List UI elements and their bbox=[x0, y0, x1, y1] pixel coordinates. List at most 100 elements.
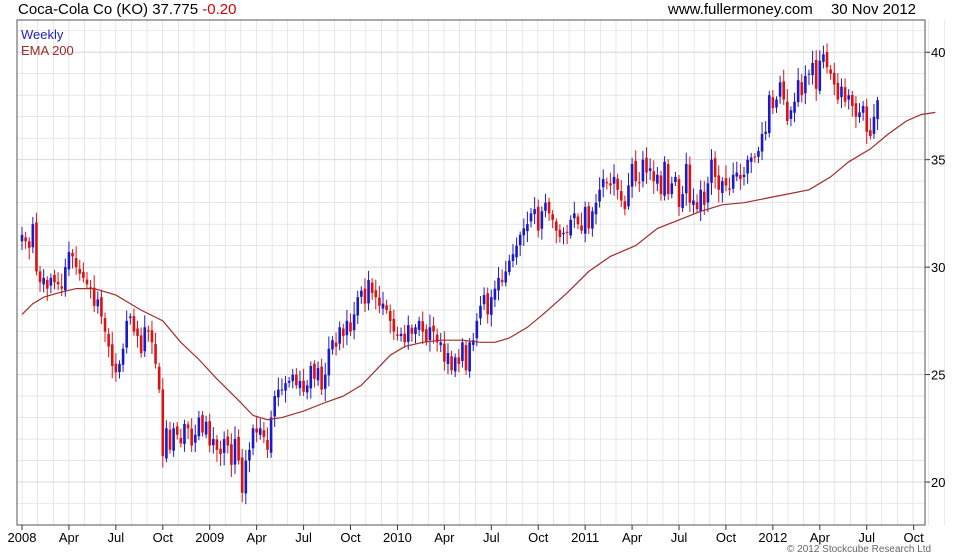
candle-body bbox=[388, 311, 392, 321]
candle-body bbox=[356, 297, 360, 316]
candle-body bbox=[554, 221, 558, 231]
candle-body bbox=[363, 288, 367, 304]
candle-body bbox=[872, 116, 876, 134]
candle-body bbox=[56, 281, 60, 285]
candle-body bbox=[302, 380, 305, 392]
candle-body bbox=[222, 439, 226, 453]
candle-body bbox=[150, 330, 154, 343]
candle-body bbox=[349, 322, 352, 332]
candle-body bbox=[627, 185, 630, 207]
candle-body bbox=[605, 182, 609, 184]
candle-body bbox=[168, 429, 172, 450]
candle-body bbox=[154, 344, 157, 364]
candle-body bbox=[728, 188, 731, 190]
candle-body bbox=[446, 353, 450, 364]
candle-body bbox=[793, 101, 796, 113]
candle-body bbox=[634, 160, 637, 182]
candle-body bbox=[35, 222, 38, 272]
candle-body bbox=[771, 97, 775, 109]
candle-body bbox=[742, 174, 746, 178]
candle-body bbox=[807, 73, 811, 75]
candle-body bbox=[526, 224, 529, 232]
candle-body bbox=[190, 428, 193, 446]
candle-body bbox=[533, 209, 536, 215]
candle-body bbox=[360, 290, 363, 297]
candle-body bbox=[515, 245, 518, 258]
candle-body bbox=[840, 86, 843, 98]
candle-body bbox=[731, 174, 735, 189]
candle-body bbox=[197, 417, 201, 437]
candle-body bbox=[183, 424, 186, 444]
candle-body bbox=[702, 191, 706, 205]
x-tick-label: Jul bbox=[295, 530, 312, 545]
candle-body bbox=[136, 328, 139, 336]
candle-body bbox=[811, 62, 814, 76]
candle-body bbox=[656, 174, 659, 184]
candle-body bbox=[865, 106, 869, 132]
candle-body bbox=[323, 374, 327, 389]
candle-body bbox=[457, 357, 461, 364]
candle-body bbox=[338, 327, 341, 344]
x-tick-label: 2010 bbox=[383, 530, 412, 545]
candle-body bbox=[782, 81, 786, 100]
candle-body bbox=[453, 357, 457, 372]
candle-body bbox=[305, 385, 309, 393]
candle-body bbox=[540, 211, 544, 229]
candle-body bbox=[573, 213, 576, 219]
candle-body bbox=[529, 213, 533, 222]
candle-body bbox=[327, 348, 331, 376]
y-tick-label: 25 bbox=[931, 368, 945, 383]
candle-body bbox=[237, 436, 240, 461]
candle-body bbox=[378, 297, 381, 306]
candle-body bbox=[713, 158, 717, 177]
x-tick-label: Oct bbox=[904, 530, 925, 545]
candle-body bbox=[461, 342, 464, 361]
candle-body bbox=[417, 320, 421, 330]
candle-body bbox=[764, 131, 767, 134]
candle-body bbox=[858, 112, 861, 118]
candle-body bbox=[179, 437, 183, 444]
candle-body bbox=[836, 82, 840, 100]
candle-body bbox=[681, 194, 684, 209]
candle-body bbox=[692, 200, 695, 205]
candle-body bbox=[67, 252, 71, 270]
candle-body bbox=[767, 95, 771, 134]
candle-body bbox=[645, 157, 648, 173]
candle-body bbox=[406, 325, 410, 342]
candle-body bbox=[118, 363, 121, 373]
y-tick-label: 40 bbox=[931, 45, 945, 60]
candle-body bbox=[175, 426, 179, 435]
candle-body bbox=[143, 327, 147, 352]
candle-body bbox=[244, 460, 248, 494]
candle-body bbox=[814, 59, 818, 89]
candle-body bbox=[619, 191, 623, 201]
candle-body bbox=[248, 449, 251, 461]
candle-body bbox=[193, 434, 197, 443]
candle-body bbox=[630, 163, 634, 187]
candle-body bbox=[396, 334, 399, 336]
candle-body bbox=[421, 321, 425, 332]
candle-body bbox=[753, 156, 757, 158]
candle-body bbox=[663, 161, 666, 196]
candle-body bbox=[251, 428, 255, 449]
candle-body bbox=[638, 182, 641, 184]
candle-body bbox=[789, 110, 793, 119]
candle-body bbox=[313, 363, 316, 379]
candle-body bbox=[121, 348, 125, 365]
candle-body bbox=[778, 82, 782, 97]
candle-body bbox=[284, 383, 287, 391]
candle-body bbox=[854, 103, 858, 117]
candle-body bbox=[298, 381, 302, 389]
candle-body bbox=[132, 316, 136, 332]
candle-body bbox=[125, 320, 128, 348]
candle-body bbox=[100, 297, 103, 317]
candle-body bbox=[677, 179, 681, 207]
candle-body bbox=[450, 356, 453, 371]
candle-body bbox=[749, 157, 753, 162]
candle-body bbox=[739, 175, 742, 180]
candle-body bbox=[609, 183, 612, 186]
x-tick-label: 2009 bbox=[195, 530, 224, 545]
y-tick-label: 20 bbox=[931, 475, 945, 490]
candle-body bbox=[269, 417, 273, 453]
candle-body bbox=[500, 279, 504, 283]
